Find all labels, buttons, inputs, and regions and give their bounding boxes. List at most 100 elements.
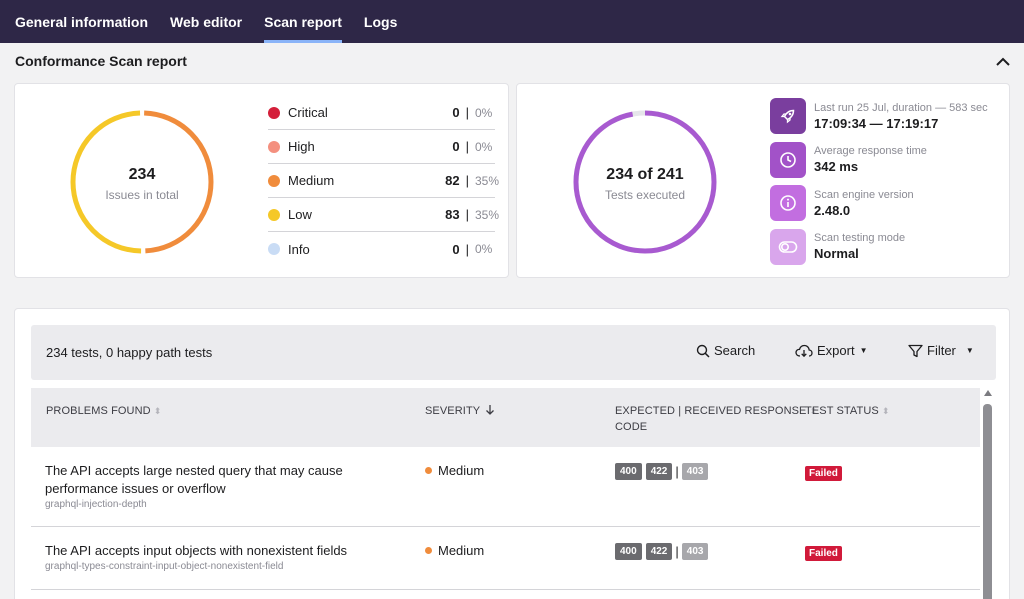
meta-last-run: Last run 25 Jul, duration — 583 sec 17:0… — [770, 98, 988, 134]
info-dot-icon — [268, 243, 280, 255]
export-button[interactable]: Export ▼ — [795, 343, 868, 358]
status-badge: Failed — [805, 466, 842, 481]
top-nav: General information Web editor Scan repo… — [0, 0, 1024, 43]
severity-separator: | — [465, 173, 469, 188]
column-header-response-code[interactable]: EXPECTED | RECEIVED RESPONSE ⬍ CODE — [615, 403, 817, 435]
problem-cell: The API accepts large nested query that … — [45, 462, 375, 512]
severity-count: 0 — [452, 139, 460, 154]
rocket-icon — [770, 98, 806, 134]
table-row[interactable]: The API accepts large nested query that … — [31, 447, 980, 527]
tab-scan-report[interactable]: Scan report — [264, 0, 342, 43]
search-icon — [696, 344, 710, 358]
expected-code-badge: 400 — [615, 543, 642, 560]
severity-row-medium: Medium 82 | 35% — [268, 164, 500, 198]
low-dot-icon — [268, 208, 280, 221]
toggle-icon — [770, 228, 806, 265]
search-button[interactable]: Search — [696, 343, 755, 358]
severity-percent: 0% — [475, 242, 493, 256]
high-dot-icon — [268, 140, 280, 153]
received-code-badge: 403 — [681, 463, 709, 480]
severity-label: Critical — [288, 105, 328, 120]
meta-value: 17:09:34 — 17:19:17 — [814, 115, 939, 131]
severity-label: High — [288, 139, 315, 154]
column-header-label: PROBLEMS FOUND — [46, 405, 151, 417]
sort-arrow-down-icon — [486, 405, 495, 415]
severity-percent: 35% — [475, 173, 500, 188]
scroll-thumb[interactable] — [983, 404, 992, 599]
column-header-label: SEVERITY — [425, 405, 481, 417]
tab-general-information[interactable]: General information — [15, 0, 148, 43]
info-icon — [770, 185, 806, 221]
tests-center: 234 of 241 Tests executed — [570, 166, 720, 202]
filter-icon — [908, 344, 923, 357]
filter-button-label: Filter — [927, 343, 956, 358]
meta-avg-response: Average response time 342 ms — [770, 141, 988, 178]
meta-testing-mode: Scan testing mode Normal — [770, 228, 988, 265]
meta-label: Average response time — [814, 145, 927, 157]
severity-cell: Medium — [425, 463, 484, 478]
severity-row-info: Info 0 | 0% — [268, 232, 495, 266]
sort-icon: ⬍ — [881, 406, 890, 416]
severity-value: Medium — [438, 463, 485, 478]
tests-table-card: 234 tests, 0 happy path tests Search Exp… — [14, 308, 1010, 599]
severity-cell: Medium — [425, 543, 484, 558]
problem-title-line2: performance issues or overflow — [45, 481, 226, 496]
severity-count: 0 — [452, 241, 460, 257]
response-code-cell: 400 422 | 403 — [615, 463, 712, 480]
severity-row-low: Low 83 | 35% — [268, 198, 500, 232]
scan-meta-list: Last run 25 Jul, duration — 583 sec 17:0… — [770, 98, 988, 272]
column-header-problems[interactable]: PROBLEMS FOUND ⬍ — [46, 403, 161, 419]
severity-separator: | — [465, 105, 469, 120]
issues-total: 234 — [128, 166, 156, 183]
column-header-label: TEST STATUS — [805, 405, 879, 417]
problem-title: The API accepts large nested query that … — [45, 463, 343, 478]
status-cell: Failed — [805, 543, 842, 561]
issues-summary-card: 234 Issues in total Critical 0 | 0% High… — [14, 83, 509, 278]
response-separator: | — [675, 544, 679, 559]
issues-center: 234 Issues in total — [67, 166, 217, 202]
column-header-severity[interactable]: SEVERITY — [425, 403, 495, 419]
meta-label: Scan engine version — [814, 188, 914, 201]
column-header-status[interactable]: TEST STATUS ⬍ — [805, 403, 890, 419]
expected-code-badge: 422 — [645, 463, 673, 480]
severity-percent: 35% — [475, 207, 500, 222]
problem-title: The API accepts input objects with nonex… — [45, 543, 348, 558]
severity-count: 82 — [445, 173, 460, 188]
collapse-button[interactable] — [993, 52, 1013, 70]
severity-percent: 0% — [475, 139, 493, 154]
critical-dot-icon — [268, 106, 280, 119]
export-button-label: Export — [817, 343, 855, 358]
table-row[interactable]: The API accepts input objects with nonex… — [31, 527, 980, 590]
severity-value: Medium — [438, 543, 485, 558]
tests-summary-card: 234 of 241 Tests executed Last run 25 Ju… — [516, 83, 1010, 278]
scroll-up-arrow-icon[interactable] — [984, 390, 992, 396]
severity-count: 0 — [452, 105, 460, 120]
table-scrollbar[interactable] — [981, 390, 995, 599]
medium-dot-icon — [425, 467, 432, 474]
problem-code: graphql-types-constraint-input-object-no… — [45, 561, 284, 572]
clock-icon — [770, 141, 806, 178]
expected-code-badge: 422 — [645, 543, 673, 560]
column-header-label: EXPECTED | RECEIVED RESPONSE — [615, 405, 807, 417]
meta-value: 2.48.0 — [814, 202, 851, 218]
problem-cell: The API accepts input objects with nonex… — [45, 542, 375, 574]
meta-engine-version: Scan engine version 2.48.0 — [770, 185, 988, 221]
status-badge: Failed — [805, 546, 842, 561]
search-button-label: Search — [714, 343, 756, 358]
status-cell: Failed — [805, 463, 842, 481]
meta-value: Normal — [814, 246, 859, 261]
severity-separator: | — [465, 241, 469, 257]
meta-label: Scan testing mode — [814, 232, 906, 244]
received-code-badge: 403 — [681, 543, 709, 560]
severity-label: Low — [288, 207, 312, 222]
download-cloud-icon — [795, 344, 813, 357]
severity-percent: 0% — [475, 105, 493, 120]
meta-label: Last run 25 Jul, duration — 583 sec — [814, 101, 988, 114]
issues-total-label: Issues in total — [105, 188, 179, 202]
tests-executed-count: 234 of 241 — [606, 166, 684, 183]
tab-web-editor[interactable]: Web editor — [170, 0, 242, 43]
severity-row-critical: Critical 0 | 0% — [268, 96, 495, 130]
meta-value: 342 ms — [814, 159, 859, 174]
filter-button[interactable]: Filter ▼ — [908, 343, 974, 358]
tab-logs[interactable]: Logs — [364, 0, 397, 43]
